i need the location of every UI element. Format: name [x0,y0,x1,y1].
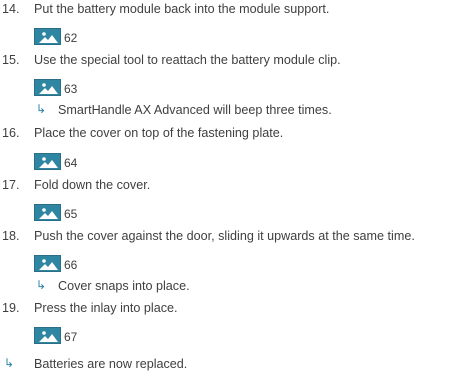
result-arrow-icon: ↳ [36,102,47,116]
image-placeholder-icon [34,204,61,221]
figure-number: 66 [64,258,78,272]
step-16: 16. Place the cover on top of the fasten… [0,124,471,144]
figure-reference: 62 [34,26,114,48]
step-15: 15. Use the special tool to reattach the… [0,51,471,71]
figure-reference: 64 [34,151,114,173]
step-14: 14. Put the battery module back into the… [0,0,471,20]
step-17: 17. Fold down the cover. [0,176,471,196]
step-number: 14. [2,2,20,16]
image-placeholder-icon [34,28,61,45]
step-number: 18. [2,229,20,243]
figure-reference: 63 [34,77,114,99]
step-number: 17. [2,178,20,192]
step-19: 19. Press the inlay into place. [0,299,471,319]
image-placeholder-icon [34,79,61,96]
result-text: Cover snaps into place. [58,279,190,293]
result-arrow-icon: ↳ [36,278,47,292]
result-arrow-icon: ↳ [4,356,15,370]
step-text: Put the battery module back into the mod… [34,2,330,16]
image-placeholder-icon [34,327,61,344]
figure-reference: 65 [34,202,114,224]
step-number: 19. [2,301,20,315]
final-result-text: Batteries are now replaced. [34,357,188,371]
step-text: Place the cover on top of the fastening … [34,126,284,140]
figure-reference: 66 [34,253,114,275]
figure-number: 64 [64,156,78,170]
step-text: Push the cover against the door, sliding… [34,229,415,243]
figure-number: 67 [64,330,78,344]
step-18: 18. Push the cover against the door, sli… [0,227,471,247]
figure-number: 65 [64,207,78,221]
result-text: SmartHandle AX Advanced will beep three … [58,103,332,117]
step-text: Use the special tool to reattach the bat… [34,53,341,67]
step-number: 15. [2,53,20,67]
instruction-list: 14. Put the battery module back into the… [0,0,471,376]
figure-reference: 67 [34,325,114,347]
step-text: Fold down the cover. [34,178,151,192]
figure-number: 62 [64,31,78,45]
step-text: Press the inlay into place. [34,301,178,315]
step-number: 16. [2,126,20,140]
image-placeholder-icon [34,255,61,272]
figure-number: 63 [64,82,78,96]
image-placeholder-icon [34,153,61,170]
